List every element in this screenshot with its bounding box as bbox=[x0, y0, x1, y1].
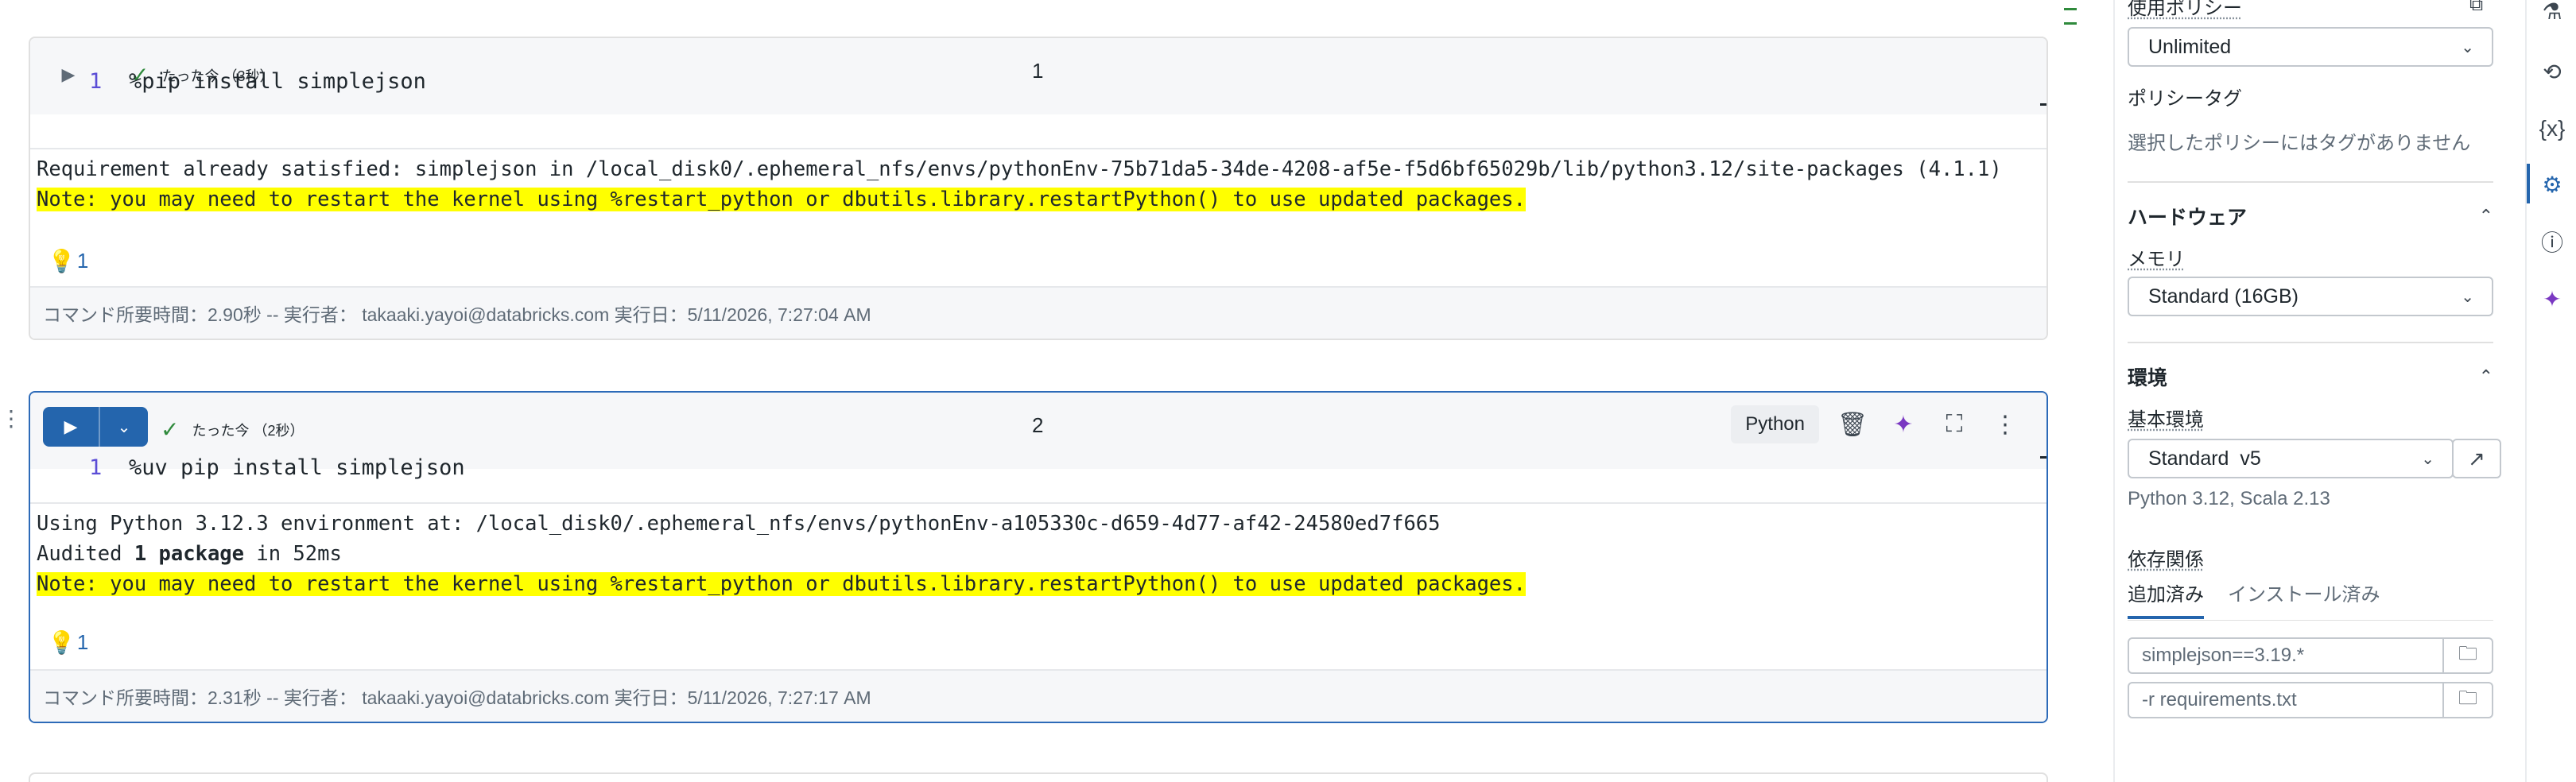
environment-panel: 使用ポリシー ⧉ Unlimited ⌄ ポリシータグ 選択したポリシーにはタグ… bbox=[2116, 0, 2506, 782]
usage-policy-select[interactable]: Unlimited ⌄ bbox=[2128, 27, 2493, 67]
variables-icon[interactable]: {x} bbox=[2527, 108, 2576, 149]
environment-settings-icon[interactable]: ⚙ bbox=[2527, 164, 2576, 205]
history-icon[interactable]: ⟲ bbox=[2527, 51, 2576, 92]
minimap-marker bbox=[2064, 22, 2077, 25]
resize-handle[interactable] bbox=[2040, 103, 2046, 106]
folder-icon[interactable]: 🗀 bbox=[2442, 683, 2492, 717]
notebook-cell-2[interactable]: ▶ ⌄ ✓ たった今 （2秒） 2 Python 🗑 ✦ ⛶ ⋮ 1 %uv p… bbox=[29, 391, 2048, 723]
chevron-down-icon: ⌄ bbox=[2421, 450, 2434, 468]
environment-section-header[interactable]: 環境 ⌃ bbox=[2128, 362, 2493, 391]
line-number: 1 bbox=[89, 455, 103, 480]
flask-icon[interactable]: ⚗ bbox=[2527, 0, 2576, 32]
language-selector[interactable]: Python bbox=[1731, 405, 1819, 443]
cell-footer: コマンド所要時間：2.90秒 -- 実行者： takaaki.yayoi@dat… bbox=[30, 286, 2046, 339]
cell-output: Using Python 3.12.3 environment at: /loc… bbox=[30, 502, 2046, 669]
hint-count: 1 bbox=[76, 630, 89, 654]
dependency-input[interactable]: simplejson==3.19.* 🗀 bbox=[2128, 637, 2493, 674]
output-line: Using Python 3.12.3 environment at: /loc… bbox=[37, 512, 1441, 536]
lightbulb-icon: 💡 bbox=[48, 249, 76, 273]
chevron-up-icon: ⌃ bbox=[2478, 206, 2493, 226]
output-line: Audited 1 package in 52ms bbox=[37, 542, 342, 566]
hint-indicator[interactable]: 💡 1 bbox=[48, 248, 88, 274]
policy-tags-label: ポリシータグ bbox=[2128, 88, 2242, 110]
tab-installed[interactable]: インストール済み bbox=[2228, 579, 2380, 619]
dependencies-tabs: 追加済み インストール済み bbox=[2128, 579, 2380, 619]
output-line-highlighted: Note: you may need to restart the kernel… bbox=[37, 572, 1526, 596]
policy-tags-empty: 選択したポリシーにはタグがありません bbox=[2128, 133, 2471, 154]
cell-status: ✓ たった今 （2秒） bbox=[161, 416, 304, 443]
base-environment-description: Python 3.12, Scala 2.13 bbox=[2128, 488, 2330, 509]
base-environment-label: 基本環境 bbox=[2128, 409, 2204, 431]
chevron-down-icon: ⌄ bbox=[2461, 288, 2474, 306]
hint-indicator[interactable]: 💡 1 bbox=[48, 629, 88, 656]
code-text[interactable]: %pip install simplejson bbox=[129, 69, 426, 94]
resize-handle[interactable] bbox=[2040, 456, 2046, 459]
open-external-icon[interactable]: ↗ bbox=[2452, 439, 2501, 478]
run-options-button[interactable]: ⌄ bbox=[100, 407, 148, 447]
code-text[interactable]: %uv pip install simplejson bbox=[129, 455, 465, 480]
hint-count: 1 bbox=[76, 249, 89, 273]
output-line: Requirement already satisfied: simplejso… bbox=[37, 157, 2002, 181]
line-number: 1 bbox=[89, 68, 103, 94]
usage-policy-label: 使用ポリシー bbox=[2128, 0, 2242, 19]
play-icon: ▶ bbox=[64, 416, 78, 436]
memory-label: メモリ bbox=[2128, 249, 2185, 270]
memory-select[interactable]: Standard (16GB) ⌄ bbox=[2128, 277, 2493, 316]
minimap-marker bbox=[2064, 8, 2077, 10]
hardware-section-header[interactable]: ハードウェア ⌃ bbox=[2128, 202, 2493, 230]
divider bbox=[2128, 181, 2493, 183]
right-icon-rail: ⚗ ⟲ {x} ⚙ ⓘ ✦ bbox=[2525, 0, 2576, 782]
delete-icon[interactable]: 🗑 bbox=[1835, 405, 1870, 443]
lightbulb-icon: 💡 bbox=[48, 630, 76, 655]
code-editor[interactable]: 1 %uv pip install simplejson bbox=[30, 451, 2046, 483]
cell-output: Requirement already satisfied: simplejso… bbox=[30, 148, 2046, 288]
notebook-area: ▶ ✓ たった今 （3秒） 1 1 %pip install simplejso… bbox=[0, 0, 2099, 782]
code-editor[interactable]: 1 %pip install simplejson bbox=[30, 65, 2046, 97]
divider bbox=[2128, 342, 2493, 343]
drag-handle-icon[interactable]: ⋮ bbox=[0, 405, 22, 432]
more-options-icon[interactable]: ⋮ bbox=[1988, 405, 2023, 443]
info-icon[interactable]: ⓘ bbox=[2527, 221, 2576, 262]
chevron-down-icon: ⌄ bbox=[117, 418, 131, 436]
copy-icon[interactable]: ⧉ bbox=[2469, 0, 2483, 16]
folder-icon[interactable]: 🗀 bbox=[2442, 639, 2492, 672]
notebook-cell-1[interactable]: ▶ ✓ たった今 （3秒） 1 1 %pip install simplejso… bbox=[29, 37, 2048, 340]
dependencies-label: 依存関係 bbox=[2128, 549, 2204, 571]
base-environment-select[interactable]: Standard v5 ⌄ bbox=[2128, 439, 2454, 478]
cell-status-text: たった今 （2秒） bbox=[192, 422, 305, 439]
cell-toolbar: Python 🗑 ✦ ⛶ ⋮ bbox=[1731, 405, 2023, 443]
assistant-icon[interactable]: ✦ bbox=[1886, 405, 1921, 443]
panel-divider[interactable] bbox=[2113, 0, 2115, 782]
dependency-input[interactable]: -r requirements.txt 🗀 bbox=[2128, 682, 2493, 718]
cell-footer: コマンド所要時間：2.31秒 -- 実行者： takaaki.yayoi@dat… bbox=[30, 669, 2046, 722]
expand-icon[interactable]: ⛶ bbox=[1937, 405, 1972, 443]
cell-header: ▶ ✓ たった今 （3秒） 1 1 %pip install simplejso… bbox=[30, 38, 2046, 114]
divider bbox=[2128, 620, 2493, 621]
chevron-down-icon: ⌄ bbox=[2461, 38, 2474, 56]
tab-added[interactable]: 追加済み bbox=[2128, 579, 2204, 619]
notebook-cell-3[interactable] bbox=[29, 772, 2048, 782]
output-line-highlighted: Note: you may need to restart the kernel… bbox=[37, 188, 1526, 211]
cell-header: ▶ ⌄ ✓ たった今 （2秒） 2 Python 🗑 ✦ ⛶ ⋮ 1 %uv p… bbox=[30, 393, 2046, 480]
run-cell-group[interactable]: ▶ ⌄ bbox=[43, 407, 148, 447]
chevron-up-icon: ⌃ bbox=[2478, 366, 2493, 386]
assistant-icon[interactable]: ✦ bbox=[2527, 278, 2576, 319]
run-cell-button[interactable]: ▶ bbox=[43, 407, 100, 447]
check-icon: ✓ bbox=[161, 417, 180, 442]
cell-number: 2 bbox=[1032, 413, 1044, 437]
